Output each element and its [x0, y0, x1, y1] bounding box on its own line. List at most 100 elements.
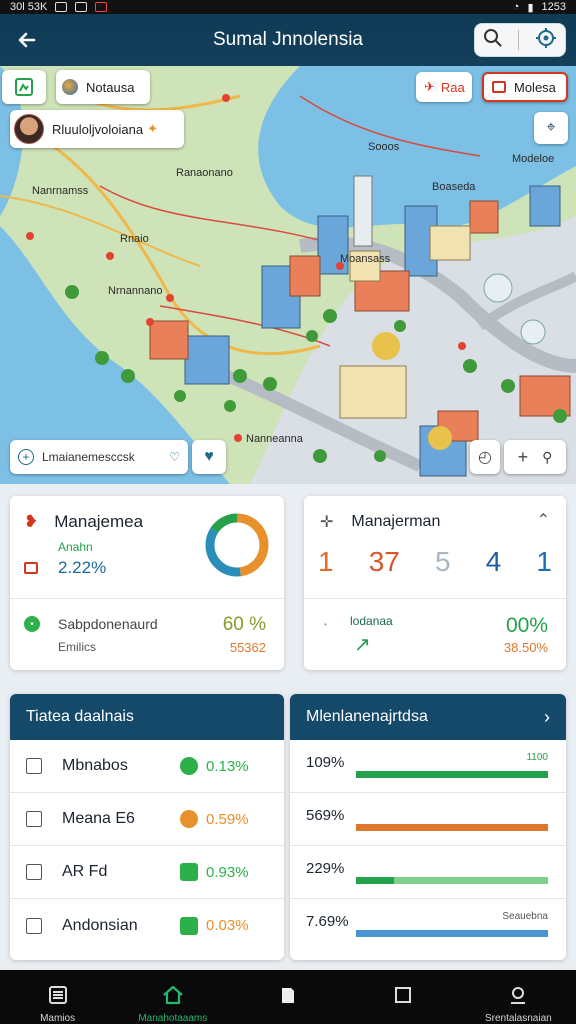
panel-title: Tiatea daalnais: [26, 708, 134, 725]
item-value: 0.93%: [206, 863, 249, 881]
status-square-icon: [180, 863, 198, 881]
card-title: Manajemea: [54, 512, 144, 531]
status-bar: 30l 53K ◔ ▮ 1253: [0, 0, 576, 14]
document-icon: [281, 988, 294, 1003]
avatar: [14, 114, 44, 144]
edit-icon: [26, 811, 42, 827]
wifi-icon: ◔: [512, 1, 520, 13]
timer-button[interactable]: ◴: [470, 440, 500, 474]
search-icon[interactable]: ⚲: [542, 449, 552, 466]
summary-card-left[interactable]: ❥ Manajemea Anahn 2.22% • Sabpdonenaurd …: [10, 496, 284, 670]
item-name: Andonsian: [62, 916, 138, 934]
progress-row: 7.69% Seauebna: [290, 899, 566, 952]
map-search-placeholder: Lmaianemesccsk: [42, 450, 135, 464]
signal-icon: ▮: [527, 1, 534, 14]
back-arrow-icon[interactable]: [14, 26, 42, 54]
card-row-value: 60 %: [222, 614, 266, 635]
search-location-controls: [474, 23, 566, 57]
heart-icon: ♡: [169, 450, 180, 464]
nav-item-square[interactable]: [348, 984, 458, 1009]
page-title: Sumal Jnnolensia: [213, 29, 363, 50]
map-layer-button[interactable]: [2, 70, 46, 104]
list-item[interactable]: AR Fd 0.93%: [10, 846, 284, 899]
locate-icon[interactable]: [535, 27, 557, 54]
progress-label: 569%: [306, 807, 345, 824]
progress-panel: Mlenlanenajrtdsa › 109% 1100 569% 229% 7…: [290, 694, 566, 960]
home-icon: [163, 985, 183, 1005]
nav-item-menu[interactable]: Mamios: [3, 984, 113, 1024]
city-map[interactable]: Nanrnamss Ranaonano Rnaio Nrnannano Moan…: [0, 66, 576, 484]
search-icon[interactable]: [483, 28, 503, 53]
add-circle-icon: +: [18, 449, 34, 465]
card-row-value: 00%: [505, 614, 548, 637]
chevron-right-icon[interactable]: ›: [544, 707, 550, 728]
nav-item-home[interactable]: Manahotaaams: [118, 984, 228, 1024]
chevron-up-icon[interactable]: ⌃: [537, 510, 550, 530]
map-label: Nrnannano: [108, 285, 162, 297]
notification-icon: [55, 2, 68, 12]
list-item[interactable]: Meana E6 0.59%: [10, 793, 284, 846]
list-item[interactable]: Andonsian 0.03%: [10, 899, 284, 952]
plane-icon: ✈: [424, 79, 435, 94]
item-name: Meana E6: [62, 810, 135, 827]
notification-icon: [95, 2, 108, 12]
user-chip[interactable]: Rluuloljvoloiana ✦: [10, 110, 184, 148]
status-dot-icon: [180, 810, 198, 828]
filter-chip-raa[interactable]: ✈ Raa: [416, 72, 472, 102]
nav-item-docs[interactable]: [233, 984, 343, 1009]
location-chip-label: Notausa: [86, 79, 135, 95]
filter-chip-label: Molesa: [514, 79, 556, 95]
item-value: 0.59%: [206, 810, 249, 828]
status-time-left: 30l 53K: [10, 1, 48, 13]
map-label: Boaseda: [432, 181, 476, 193]
card-row-label: lodanaa: [350, 614, 393, 628]
check-icon: [26, 917, 42, 934]
progress-bar-fill: [356, 930, 548, 937]
status-square-icon: [180, 916, 198, 935]
progress-bar-fill: [356, 771, 548, 778]
progress-label: 7.69%: [306, 913, 349, 930]
card-title: Manajerman: [351, 513, 441, 530]
favorite-button[interactable]: ♥: [192, 440, 226, 474]
list-icon: [48, 986, 67, 1004]
progress-end-label: 1100: [526, 752, 548, 763]
progress-bar-fill: [356, 824, 548, 831]
image-icon: [26, 864, 42, 880]
location-chip[interactable]: Notausa: [56, 70, 150, 104]
digit: 5: [434, 546, 451, 577]
card-row-value2: 38.50%: [503, 640, 548, 655]
clock-icon: ◴: [478, 449, 492, 466]
nav-label: Manahotaaams: [138, 1013, 208, 1024]
compass-button[interactable]: ⌖: [534, 112, 568, 144]
notification-icon: [75, 2, 88, 12]
zoom-in-icon[interactable]: +: [518, 447, 529, 468]
map-label: Nanneanna: [246, 433, 304, 445]
card-row-sub: Emilics: [58, 640, 96, 654]
square-icon: [395, 987, 412, 1003]
map-label: Sooos: [368, 141, 400, 153]
digit: 1: [318, 546, 334, 577]
panel-header: Tiatea daalnais: [10, 694, 284, 740]
star-icon: ✦: [147, 121, 158, 136]
card-row-value2: 55362: [229, 640, 266, 655]
map-search-box[interactable]: + Lmaianemesccsk ♡: [10, 440, 188, 474]
item-value: 0.13%: [206, 757, 249, 775]
panel-header[interactable]: Mlenlanenajrtdsa ›: [290, 694, 566, 740]
filter-chip-molesa[interactable]: Molesa: [482, 72, 568, 102]
map-label: Moansass: [340, 253, 391, 265]
list-item[interactable]: Mbnabos 0.13%: [10, 740, 284, 793]
filter-chip-label: Raa: [440, 79, 465, 95]
heart-icon: ♥: [204, 448, 214, 465]
bullet-icon: •: [324, 620, 327, 629]
summary-card-right[interactable]: ✛ Manajerman ⌃ 1 37 5 4 1 • lodanaa ↗ 00…: [304, 496, 566, 670]
item-name: Mbnabos: [62, 757, 128, 774]
map-label: Rnaio: [120, 233, 149, 245]
nav-label: Srentalasnaian: [484, 1013, 552, 1024]
status-time-right: 1253: [541, 1, 566, 13]
nav-item-settings[interactable]: Srentalasnaian: [463, 984, 573, 1024]
trend-up-icon: ↗: [354, 634, 371, 656]
chart-icon: [24, 562, 38, 574]
item-name: AR Fd: [62, 863, 108, 880]
map-label: Modeloe: [512, 153, 554, 165]
card-sub-label: Anahn: [58, 540, 93, 554]
